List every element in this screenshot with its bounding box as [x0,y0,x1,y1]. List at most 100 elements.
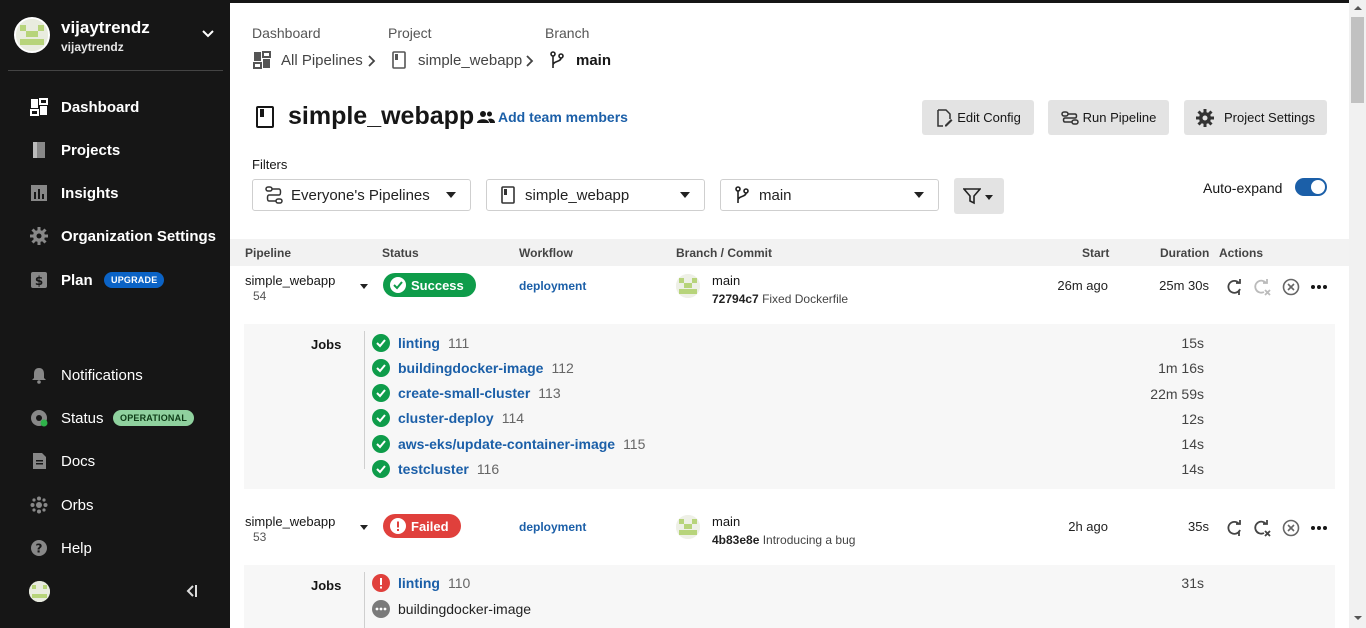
rerun-failed-icon[interactable] [1253,278,1271,296]
job-name[interactable]: testcluster [398,461,469,477]
branch-filter-value: main [759,186,792,204]
main-content: Dashboard Project Branch All Pipelines s… [230,0,1349,628]
job-item[interactable]: cluster-deploy 114 [372,408,524,428]
status-badge[interactable]: Success [383,273,476,297]
commit-info[interactable]: 4b83e8e Introducing a bug [712,533,855,547]
org-switcher[interactable]: vijaytrendz vijaytrendz [14,15,224,59]
project-settings-button[interactable]: Project Settings [1184,100,1327,135]
project-filter-value: simple_webapp [525,186,630,204]
check-circle-icon [372,460,390,478]
breadcrumb-caption-dashboard: Dashboard [252,25,321,41]
job-number: 113 [538,385,561,401]
scroll-up-arrow-icon[interactable] [1354,6,1362,10]
job-name[interactable]: aws-eks/update-container-image [398,436,615,452]
sidebar-item-notifications[interactable]: Notifications [0,357,230,393]
chevron-down-icon[interactable] [200,25,216,41]
org-username: vijaytrendz [61,40,124,54]
sidebar-item-label: Status [61,409,104,427]
gear-icon [30,227,48,245]
pipeline-name[interactable]: simple_webapp [245,273,335,288]
caret-down-icon [680,192,690,198]
job-item[interactable]: buildingdocker-image 112 [372,358,574,378]
sidebar-item-docs[interactable]: Docs [0,443,230,479]
rerun-failed-icon[interactable] [1253,519,1271,537]
sidebar-item-insights[interactable]: Insights [0,175,230,211]
sidebar-item-plan[interactable]: $ Plan UPGRADE [0,262,230,298]
workflow-link[interactable]: deployment [519,520,586,534]
error-circle-icon [372,574,390,592]
job-item[interactable]: testcluster 116 [372,459,499,479]
job-item[interactable]: create-small-cluster 113 [372,383,561,403]
project-icon [392,51,406,69]
sidebar-item-label: Orbs [61,496,94,514]
check-circle-icon [372,435,390,453]
status-badge[interactable]: Failed [383,514,461,538]
job-duration: 31s [1181,575,1204,591]
cancel-icon[interactable] [1282,519,1300,537]
auto-expand-toggle[interactable] [1295,178,1327,196]
auto-expand-label: Auto-expand [1203,180,1283,196]
sidebar-item-help[interactable]: ? Help [0,530,230,566]
breadcrumb-all-pipelines[interactable]: All Pipelines [253,51,363,69]
rerun-icon[interactable] [1225,278,1243,296]
run-pipeline-button[interactable]: Run Pipeline [1048,100,1169,135]
collapse-sidebar-icon[interactable] [183,583,199,599]
filters-label: Filters [252,157,288,172]
upgrade-badge[interactable]: UPGRADE [104,272,165,288]
table-row: simple_webapp 53 Failed deployment main … [230,507,1349,565]
job-name[interactable]: linting [398,335,440,351]
sidebar-item-label: Docs [61,452,96,470]
more-icon[interactable] [1310,519,1328,537]
commit-info[interactable]: 72794c7 Fixed Dockerfile [712,292,848,306]
branch-name[interactable]: main [712,514,740,529]
pipeline-name[interactable]: simple_webapp [245,514,335,529]
check-circle-icon [390,277,406,293]
cancel-icon[interactable] [1282,278,1300,296]
breadcrumb-label: main [576,51,612,69]
expand-caret-icon[interactable] [360,284,368,289]
pipelines-filter-select[interactable]: Everyone's Pipelines [252,179,471,211]
branch-name[interactable]: main [712,273,740,288]
dashboard-icon [253,51,271,69]
job-number: 116 [476,461,500,477]
gear-icon [1195,108,1214,127]
expand-caret-icon[interactable] [360,525,368,530]
job-item[interactable]: buildingdocker-image [372,599,531,619]
docs-icon [33,453,46,469]
scrollbar-thumb[interactable] [1351,17,1364,103]
job-item[interactable]: linting 110 [372,573,470,593]
sidebar-item-orbs[interactable]: Orbs [0,487,230,523]
workflow-link[interactable]: deployment [519,279,586,293]
add-team-members-link[interactable]: Add team members [477,109,628,125]
job-duration: 14s [1181,436,1204,452]
job-item[interactable]: linting 111 [372,333,469,353]
project-filter-select[interactable]: simple_webapp [486,179,705,211]
breadcrumb-project[interactable]: simple_webapp [390,51,522,69]
sidebar-item-status[interactable]: Status OPERATIONAL [0,400,230,436]
scroll-down-arrow-icon[interactable] [1354,616,1362,620]
job-item[interactable]: aws-eks/update-container-image 115 [372,434,645,454]
project-settings-label: Project Settings [1223,110,1316,125]
col-duration: Duration [1160,246,1210,260]
sidebar-item-projects[interactable]: Projects [0,132,230,168]
job-name[interactable]: cluster-deploy [398,410,494,426]
branch-filter-select[interactable]: main [720,179,939,211]
job-name[interactable]: linting [398,575,440,591]
user-avatar[interactable] [29,581,50,602]
edit-config-button[interactable]: Edit Config [922,100,1034,135]
sidebar-item-dashboard[interactable]: Dashboard [0,89,230,125]
breadcrumb-branch[interactable]: main [548,51,611,69]
sidebar-item-organization-settings[interactable]: Organization Settings [0,218,230,254]
col-start: Start [1082,246,1110,260]
job-name[interactable]: buildingdocker-image [398,601,531,617]
more-icon[interactable] [1310,278,1328,296]
advanced-filter-button[interactable] [954,178,1004,214]
breadcrumb-caption-branch: Branch [545,25,590,41]
jobs-connector [364,572,365,628]
job-number: 111 [448,335,470,351]
job-name[interactable]: buildingdocker-image [398,360,543,376]
job-name[interactable]: create-small-cluster [398,385,530,401]
rerun-icon[interactable] [1225,519,1243,537]
sidebar-item-label: Insights [61,184,119,202]
page-scrollbar[interactable] [1349,0,1366,628]
